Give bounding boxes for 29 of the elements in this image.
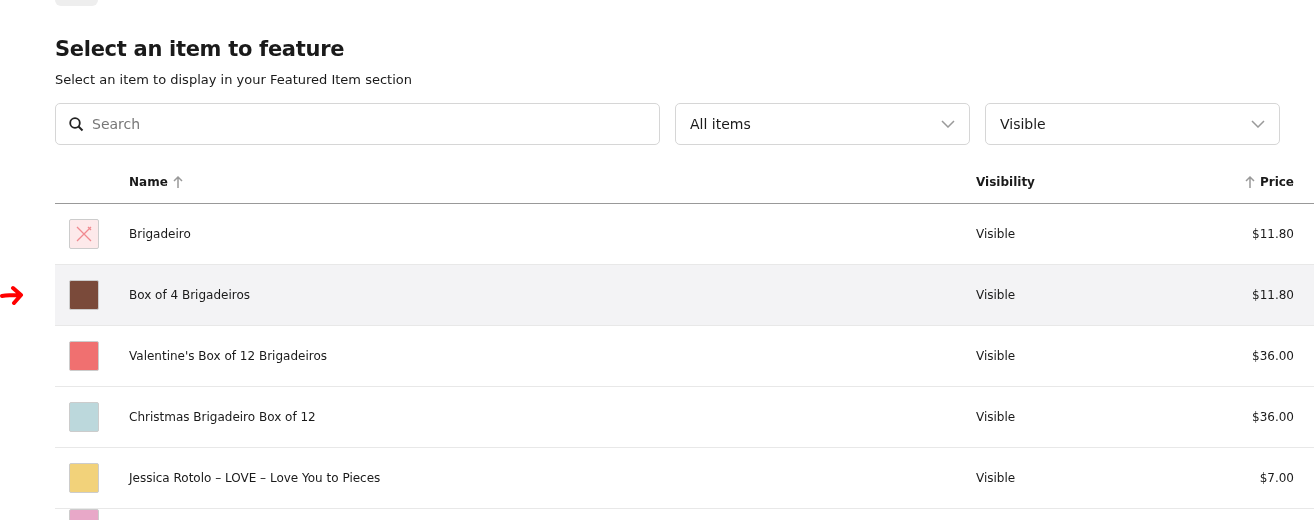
item-name: Valentine's Box of 12 Brigadeiros [129, 349, 327, 363]
visibility-status: Visible [976, 471, 1016, 485]
item-price: $7.00 [1259, 471, 1294, 485]
filter-dropdown[interactable]: Visible [985, 103, 1280, 145]
item-price: $11.80 [1252, 288, 1294, 302]
item-name: Brigadeiro [129, 227, 191, 241]
item-price: $11.80 [1252, 227, 1294, 241]
visibility-status: Visible [976, 288, 1016, 302]
item-price: $36.00 [1252, 349, 1294, 363]
item-price: $36.00 [1252, 410, 1294, 424]
item-name: Christmas Brigadeiro Box of 12 [129, 410, 316, 424]
search-field[interactable]: Search [55, 103, 660, 145]
visibility-status: Visible [976, 349, 1016, 363]
sort-arrow-icon[interactable] [172, 175, 183, 189]
chevron-down-icon [941, 120, 955, 128]
search-icon [69, 117, 84, 132]
column-header[interactable]: Visibility [976, 175, 1035, 189]
filter-dropdown[interactable]: All items [675, 103, 970, 145]
page-subtitle: Select an item to display in your Featured Item section [55, 71, 413, 89]
arrow-icon [0, 285, 24, 305]
visibility-status: Visible [976, 227, 1016, 241]
page-title: Select an item to feature [55, 36, 346, 63]
visibility-status: Visible [976, 410, 1016, 424]
item-name: Jessica Rotolo – LOVE – Love You to Pieces [129, 471, 381, 485]
column-header[interactable]: Name [129, 175, 168, 189]
column-header[interactable]: Price [1259, 175, 1294, 189]
item-name: Box of 4 Brigadeiros [129, 288, 251, 302]
chevron-down-icon [1251, 120, 1265, 128]
sort-arrow-icon[interactable] [1244, 175, 1255, 189]
